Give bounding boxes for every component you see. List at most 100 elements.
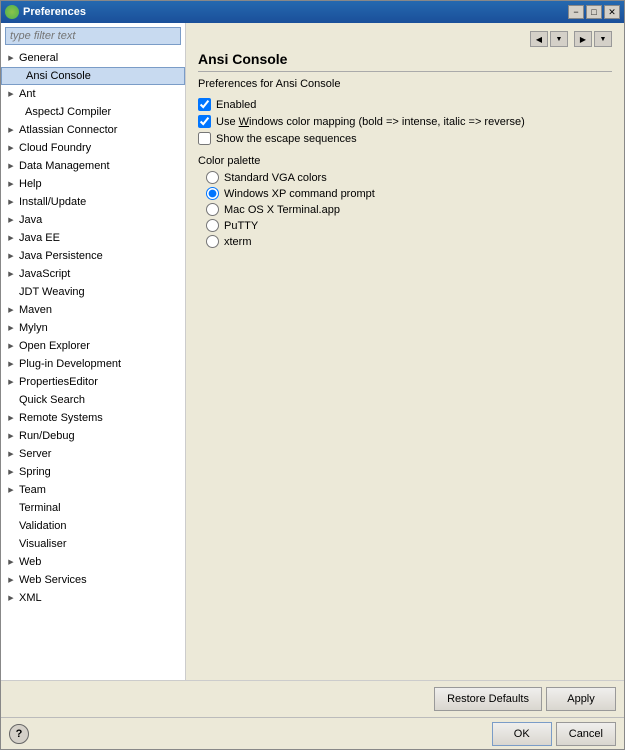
apply-button[interactable]: Apply (546, 687, 616, 711)
expand-arrow (5, 592, 17, 604)
expand-arrow (5, 358, 17, 370)
preferences-window: Preferences − □ ✕ General Ansi (0, 0, 625, 750)
title-bar-buttons: − □ ✕ (568, 5, 620, 19)
radio-putty[interactable] (206, 219, 219, 232)
expand-arrow (5, 430, 17, 442)
maximize-button[interactable]: □ (586, 5, 602, 19)
expand-arrow (5, 322, 17, 334)
enabled-checkbox[interactable] (198, 98, 211, 111)
radio-standard-vga[interactable] (206, 171, 219, 184)
expand-arrow (5, 52, 17, 64)
sidebar-item-maven[interactable]: Maven (1, 301, 185, 319)
sidebar-item-javascript[interactable]: JavaScript (1, 265, 185, 283)
app-icon (5, 5, 19, 19)
sidebar-item-ant[interactable]: Ant (1, 85, 185, 103)
escape-sequences-option-row: Show the escape sequences (198, 132, 612, 145)
cancel-button[interactable]: Cancel (556, 722, 616, 746)
sidebar-item-team[interactable]: Team (1, 481, 185, 499)
back-button[interactable]: ◀ (530, 31, 548, 47)
sidebar-item-cloud-foundry[interactable]: Cloud Foundry (1, 139, 185, 157)
sidebar-item-terminal[interactable]: Terminal (1, 499, 185, 517)
radio-mac-osx-label: Mac OS X Terminal.app (224, 204, 340, 216)
sidebar-item-install-update[interactable]: Install/Update (1, 193, 185, 211)
expand-arrow (5, 196, 17, 208)
sidebar-item-java-persistence[interactable]: Java Persistence (1, 247, 185, 265)
expand-arrow (5, 178, 17, 190)
radio-putty-row: PuTTY (206, 219, 612, 232)
expand-arrow (5, 556, 17, 568)
sidebar-item-spring[interactable]: Spring (1, 463, 185, 481)
sidebar-item-run-debug[interactable]: Run/Debug (1, 427, 185, 445)
ok-button[interactable]: OK (492, 722, 552, 746)
escape-sequences-checkbox[interactable] (198, 132, 211, 145)
color-palette-label: Color palette (198, 155, 612, 167)
expand-arrow (5, 160, 17, 172)
windows-color-option-row: Use Windows color mapping (bold => inten… (198, 115, 612, 128)
expand-arrow (5, 304, 17, 316)
sidebar-item-remote-systems[interactable]: Remote Systems (1, 409, 185, 427)
sidebar-item-jdt-weaving[interactable]: JDT Weaving (1, 283, 185, 301)
radio-xterm[interactable] (206, 235, 219, 248)
sidebar-item-plugin-development[interactable]: Plug-in Development (1, 355, 185, 373)
help-button[interactable]: ? (9, 724, 29, 744)
sidebar-item-xml[interactable]: XML (1, 589, 185, 607)
footer-buttons: OK Cancel (492, 722, 616, 746)
close-button[interactable]: ✕ (604, 5, 620, 19)
radio-xterm-label: xterm (224, 236, 252, 248)
radio-standard-vga-label: Standard VGA colors (224, 172, 327, 184)
sidebar-item-open-explorer[interactable]: Open Explorer (1, 337, 185, 355)
sidebar-item-aspectj-compiler[interactable]: AspectJ Compiler (1, 103, 185, 121)
sidebar-item-java[interactable]: Java (1, 211, 185, 229)
sidebar-item-ansi-console[interactable]: Ansi Console (1, 67, 185, 85)
sidebar-item-web-services[interactable]: Web Services (1, 571, 185, 589)
window-title: Preferences (23, 6, 568, 18)
restore-defaults-button[interactable]: Restore Defaults (434, 687, 542, 711)
tree-list: General Ansi Console Ant AspectJ Compile… (1, 49, 185, 680)
radio-windows-xp[interactable] (206, 187, 219, 200)
radio-mac-osx-row: Mac OS X Terminal.app (206, 203, 612, 216)
expand-arrow (5, 268, 17, 280)
forward-dropdown-button[interactable]: ▼ (594, 31, 612, 47)
expand-arrow (5, 376, 17, 388)
sidebar-item-web[interactable]: Web (1, 553, 185, 571)
radio-mac-osx[interactable] (206, 203, 219, 216)
radio-windows-xp-label: Windows XP command prompt (224, 188, 375, 200)
panel-subtitle: Preferences for Ansi Console (198, 78, 612, 90)
expand-arrow (5, 124, 17, 136)
expand-arrow (5, 250, 17, 262)
sidebar-item-properties-editor[interactable]: PropertiesEditor (1, 373, 185, 391)
expand-arrow (5, 466, 17, 478)
right-panel: ◀ ▼ ▶ ▼ Ansi Console Preferences for Ans… (186, 23, 624, 680)
sidebar-item-mylyn[interactable]: Mylyn (1, 319, 185, 337)
sidebar: General Ansi Console Ant AspectJ Compile… (1, 23, 186, 680)
sidebar-item-data-management[interactable]: Data Management (1, 157, 185, 175)
footer-bar: ? OK Cancel (1, 717, 624, 749)
main-area: General Ansi Console Ant AspectJ Compile… (1, 23, 624, 680)
bottom-action-bar: Restore Defaults Apply (1, 680, 624, 717)
navigation-bar: ◀ ▼ ▶ ▼ (198, 31, 612, 47)
minimize-button[interactable]: − (568, 5, 584, 19)
sidebar-item-help[interactable]: Help (1, 175, 185, 193)
expand-arrow (5, 232, 17, 244)
filter-input[interactable] (5, 27, 181, 45)
enabled-option-row: Enabled (198, 98, 612, 111)
sidebar-item-atlassian-connector[interactable]: Atlassian Connector (1, 121, 185, 139)
sidebar-item-validation[interactable]: Validation (1, 517, 185, 535)
windows-color-checkbox[interactable] (198, 115, 211, 128)
windows-color-label: Use Windows color mapping (bold => inten… (216, 116, 525, 128)
expand-arrow (5, 412, 17, 424)
sidebar-item-general[interactable]: General (1, 49, 185, 67)
expand-arrow (5, 340, 17, 352)
forward-button[interactable]: ▶ (574, 31, 592, 47)
sidebar-item-java-ee[interactable]: Java EE (1, 229, 185, 247)
expand-arrow (5, 448, 17, 460)
sidebar-item-server[interactable]: Server (1, 445, 185, 463)
expand-arrow (5, 574, 17, 586)
sidebar-item-visualiser[interactable]: Visualiser (1, 535, 185, 553)
radio-xterm-row: xterm (206, 235, 612, 248)
expand-arrow (5, 484, 17, 496)
radio-putty-label: PuTTY (224, 220, 258, 232)
sidebar-item-quick-search[interactable]: Quick Search (1, 391, 185, 409)
back-dropdown-button[interactable]: ▼ (550, 31, 568, 47)
radio-standard-vga-row: Standard VGA colors (206, 171, 612, 184)
